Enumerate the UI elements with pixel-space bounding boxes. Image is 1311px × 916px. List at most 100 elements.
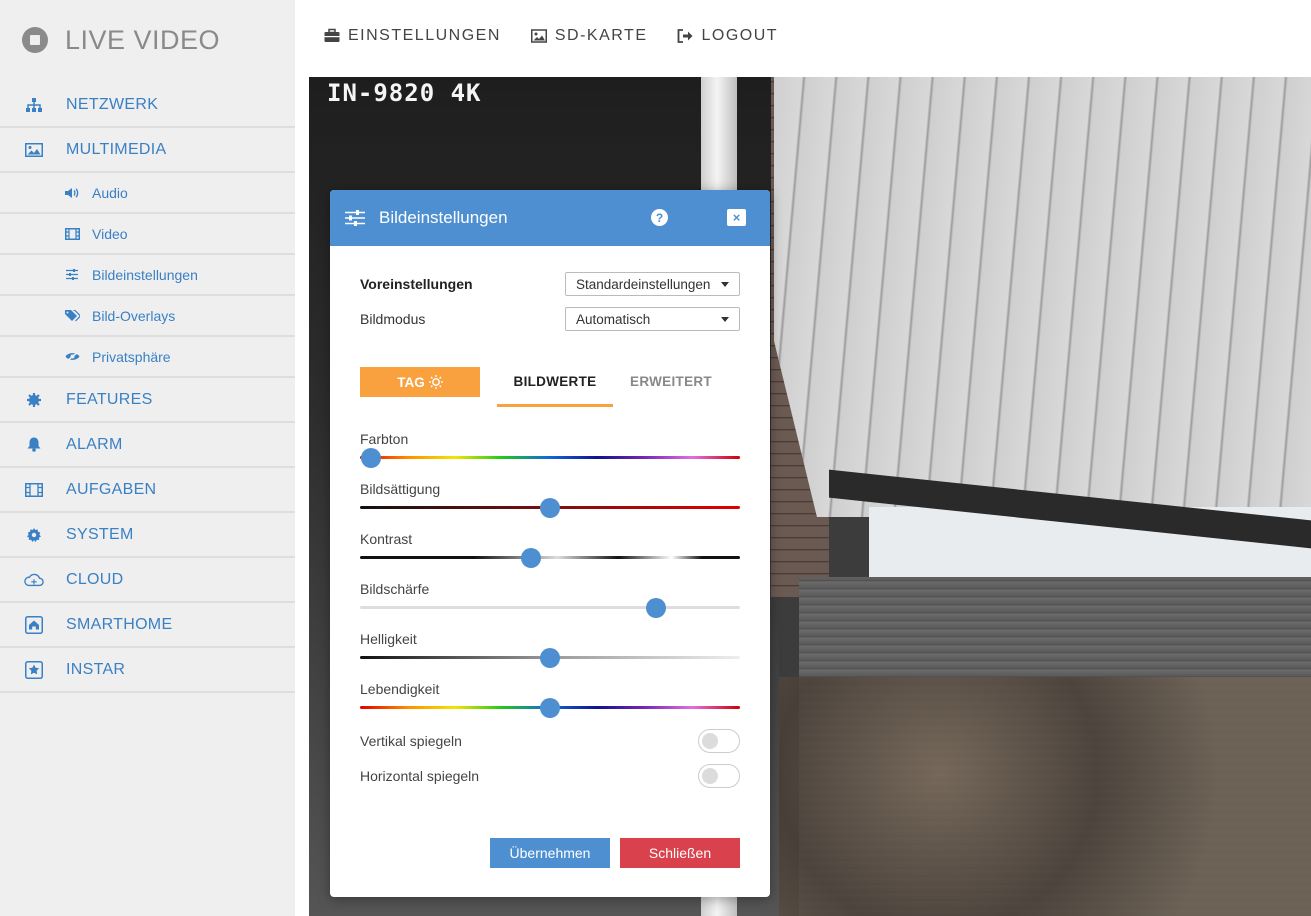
sidebar-item-netzwerk[interactable]: NETZWERK <box>0 83 295 128</box>
tab-day[interactable]: TAG <box>360 367 480 397</box>
sidebar-item-instar[interactable]: INSTAR <box>0 648 295 693</box>
slider-saturation-thumb[interactable] <box>540 498 560 518</box>
video-ceiling <box>774 77 1311 517</box>
close-button[interactable]: Schließen <box>620 838 740 868</box>
sliders-icon <box>345 210 365 226</box>
sidebar-item-cloud[interactable]: CLOUD <box>0 558 295 603</box>
slider-sharpness-label: Bildschärfe <box>360 581 430 597</box>
mode-row: Bildmodus Automatisch <box>360 307 740 331</box>
topnav-settings[interactable]: EINSTELLUNGEN <box>324 27 501 45</box>
close-icon[interactable]: × <box>727 209 746 226</box>
camera-label: IN-9820 4K <box>327 79 482 107</box>
caret-down-icon <box>721 281 729 287</box>
mode-label: Bildmodus <box>360 311 426 327</box>
tags-icon <box>62 309 82 322</box>
sidebar-item-label: Bildeinstellungen <box>92 266 198 283</box>
flip-horizontal-toggle[interactable] <box>698 764 740 788</box>
cloud-icon <box>24 573 44 587</box>
image-settings-dialog: Bildeinstellungen ? × Voreinstellungen S… <box>330 190 770 897</box>
briefcase-icon <box>324 28 340 42</box>
sidebar-item-label: Privatsphäre <box>92 348 171 365</box>
sidebar-item-label: Bild-Overlays <box>92 307 176 324</box>
sidebar-item-label: SMARTHOME <box>66 615 173 633</box>
film-icon <box>24 482 44 497</box>
sidebar-item-bildeinstellungen[interactable]: Bildeinstellungen <box>0 255 295 296</box>
slider-sharpness-track[interactable] <box>360 606 740 609</box>
brand[interactable]: LIVE VIDEO <box>22 20 220 60</box>
sidebar-nav: NETZWERK MULTIMEDIA Audio Video Bildeins… <box>0 83 295 693</box>
sidebar-item-multimedia[interactable]: MULTIMEDIA <box>0 128 295 173</box>
sidebar-item-video[interactable]: Video <box>0 214 295 255</box>
sidebar-item-privatsphaere[interactable]: Privatsphäre <box>0 337 295 378</box>
slider-contrast-track[interactable] <box>360 556 740 559</box>
tab-bildwerte[interactable]: BILDWERTE <box>497 367 613 407</box>
slider-hue-thumb[interactable] <box>361 448 382 468</box>
film-icon <box>62 227 82 240</box>
flip-vertical-row: Vertikal spiegeln <box>360 729 740 753</box>
slider-vibrance-thumb[interactable] <box>540 698 560 718</box>
presets-value: Standardeinstellungen <box>576 276 711 292</box>
topnav-sdcard[interactable]: SD-KARTE <box>530 27 648 45</box>
sidebar-item-label: AUFGABEN <box>66 480 157 498</box>
top-navigation: EINSTELLUNGEN SD-KARTE LOGOUT <box>324 24 778 48</box>
sidebar-item-label: NETZWERK <box>66 95 159 113</box>
sun-icon <box>428 375 443 389</box>
image-icon <box>24 142 44 157</box>
slider-brightness: Helligkeit <box>360 631 740 668</box>
sidebar-item-bild-overlays[interactable]: Bild-Overlays <box>0 296 295 337</box>
mode-select[interactable]: Automatisch <box>565 307 740 331</box>
slider-saturation-label: Bildsättigung <box>360 481 441 497</box>
sidebar-item-alarm[interactable]: ALARM <box>0 423 295 468</box>
tab-day-label: TAG <box>397 374 425 390</box>
sidebar-item-label: SYSTEM <box>66 525 134 543</box>
slider-sharpness: Bildschärfe <box>360 581 740 618</box>
mode-value: Automatisch <box>576 311 651 327</box>
slider-contrast-label: Kontrast <box>360 531 413 547</box>
volume-icon <box>62 187 82 199</box>
sign-out-icon <box>678 29 693 43</box>
sidebar-item-system[interactable]: SYSTEM <box>0 513 295 558</box>
sidebar-item-label: Video <box>92 225 128 242</box>
gear-icon <box>24 527 44 542</box>
flip-vertical-label: Vertikal spiegeln <box>360 733 462 749</box>
sidebar-item-label: ALARM <box>66 435 123 453</box>
sidebar-item-features[interactable]: FEATURES <box>0 378 295 423</box>
slider-contrast-thumb[interactable] <box>521 548 541 568</box>
slider-brightness-label: Helligkeit <box>360 631 417 647</box>
sidebar-item-label: CLOUD <box>66 570 124 588</box>
video-bushes <box>779 677 1311 916</box>
presets-select[interactable]: Standardeinstellungen <box>565 272 740 296</box>
home-icon <box>24 615 44 634</box>
topnav-logout[interactable]: LOGOUT <box>677 27 778 45</box>
help-icon[interactable]: ? <box>651 209 668 226</box>
sidebar: LIVE VIDEO NETZWERK MULTIMEDIA Audio Vid… <box>0 0 295 916</box>
dialog-tabs: TAG BILDWERTE ERWEITERT <box>360 367 740 407</box>
brand-title: LIVE VIDEO <box>65 24 221 55</box>
sliders-icon <box>62 269 82 280</box>
sidebar-item-label: Audio <box>92 184 128 201</box>
sidebar-item-audio[interactable]: Audio <box>0 173 295 214</box>
stop-icon <box>22 27 48 53</box>
sidebar-item-aufgaben[interactable]: AUFGABEN <box>0 468 295 513</box>
slider-brightness-thumb[interactable] <box>540 648 560 668</box>
slider-contrast: Kontrast <box>360 531 740 568</box>
topnav-settings-label: EINSTELLUNGEN <box>348 27 501 44</box>
slider-hue-track[interactable] <box>360 456 740 459</box>
slider-hue: Farbton <box>360 431 740 468</box>
slider-sharpness-thumb[interactable] <box>646 598 667 618</box>
slider-vibrance: Lebendigkeit <box>360 681 740 718</box>
sitemap-icon <box>24 97 44 112</box>
dialog-title: Bildeinstellungen <box>379 208 508 227</box>
flip-vertical-toggle[interactable] <box>698 729 740 753</box>
topnav-sdcard-label: SD-KARTE <box>554 27 648 44</box>
sidebar-item-smarthome[interactable]: SMARTHOME <box>0 603 295 648</box>
presets-row: Voreinstellungen Standardeinstellungen <box>360 272 740 296</box>
dialog-header: Bildeinstellungen ? × <box>330 190 770 246</box>
slider-saturation: Bildsättigung <box>360 481 740 518</box>
flip-horizontal-label: Horizontal spiegeln <box>360 768 480 784</box>
tab-erweitert[interactable]: ERWEITERT <box>613 367 729 407</box>
eye-slash-icon <box>62 351 82 362</box>
topnav-logout-label: LOGOUT <box>701 27 779 44</box>
apply-button[interactable]: Übernehmen <box>490 838 610 868</box>
flip-horizontal-row: Horizontal spiegeln <box>360 764 740 788</box>
